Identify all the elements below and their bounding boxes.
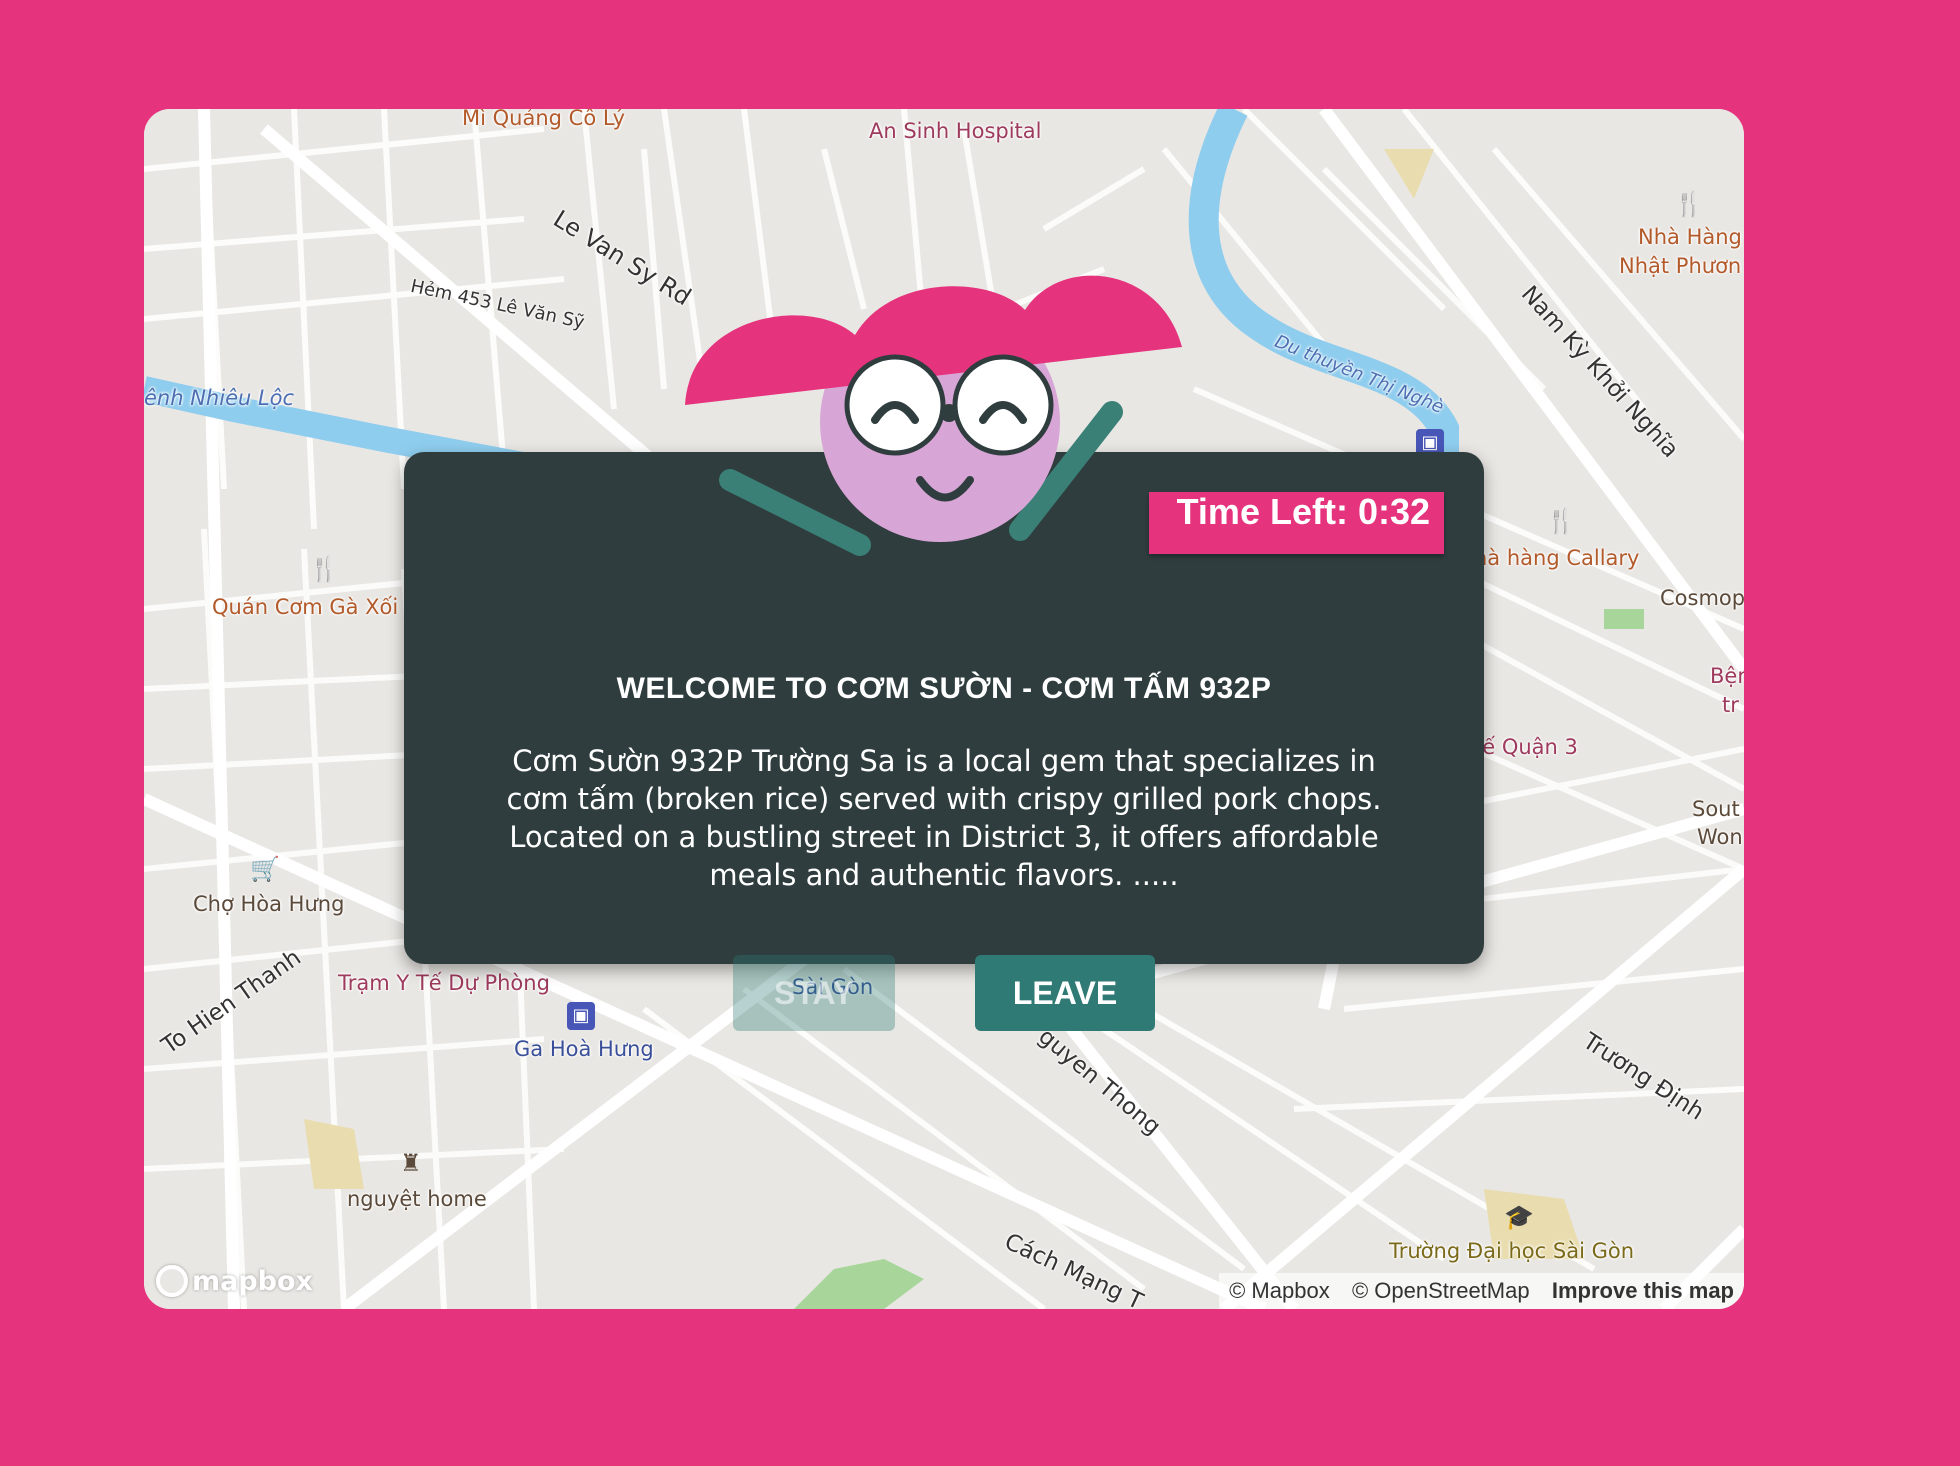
mapbox-logo-text: mapbox <box>192 1265 313 1297</box>
map-label-cho-hoa-hung[interactable]: Chợ Hòa Hưng <box>193 892 344 916</box>
stay-button[interactable]: STAY <box>733 955 895 1031</box>
map-label-cosmo[interactable]: Cosmop <box>1660 586 1744 610</box>
map-label-south-2[interactable]: Won <box>1697 825 1743 849</box>
attribution-mapbox-link[interactable]: © Mapbox <box>1229 1278 1330 1303</box>
modal-description: Cơm Sườn 932P Trường Sa is a local gem t… <box>506 744 1382 892</box>
map-label-benh-2[interactable]: tr <box>1722 693 1739 717</box>
attribution-osm-link[interactable]: © OpenStreetMap <box>1352 1278 1530 1303</box>
time-left-text: Time Left: 0:32 <box>1176 491 1430 532</box>
map-label-dai-hoc-sai-gon[interactable]: Trường Đại học Sài Gòn <box>1389 1239 1634 1263</box>
fork-knife-icon: 🍴 <box>1674 190 1704 218</box>
map-label-mi-quang[interactable]: Mì Quảng Cô Lý <box>462 109 625 130</box>
mapbox-logo[interactable]: mapbox <box>156 1265 313 1297</box>
castle-icon: ♜ <box>400 1149 422 1177</box>
mascot-nose <box>940 404 958 422</box>
map-label-nha-hang-2[interactable]: Nhật Phươn <box>1619 254 1741 278</box>
train-icon: ▣ <box>567 1002 595 1030</box>
leave-button[interactable]: LEAVE <box>975 955 1155 1031</box>
map-label-quan-com-ga[interactable]: Quán Cơm Gà Xối M <box>212 595 423 619</box>
graduation-cap-icon: 🎓 <box>1504 1203 1534 1231</box>
mapbox-logo-icon <box>156 1265 188 1297</box>
map-label-nha-hang-1[interactable]: Nhà Hàng <box>1638 225 1742 249</box>
map-label-kenh-nhieu-loc: ênh Nhiêu Lộc <box>144 386 295 410</box>
fork-knife-icon: 🍴 <box>309 555 339 583</box>
fork-knife-icon: 🍴 <box>1546 507 1576 535</box>
map-label-nguyet-home[interactable]: nguyệt home <box>347 1187 487 1211</box>
modal-title: WELCOME TO CƠM SƯỜN - CƠM TẤM 932P <box>616 672 1272 705</box>
map-label-an-sinh-hospital[interactable]: An Sinh Hospital <box>869 119 1042 143</box>
mascot-character <box>685 275 1182 556</box>
mascot-left-arm <box>719 469 871 556</box>
map-label-benh-1[interactable]: Bện <box>1710 664 1744 688</box>
map-attribution: © Mapbox © OpenStreetMap Improve this ma… <box>1219 1273 1744 1309</box>
map-label-south-1[interactable]: Sout <box>1692 797 1740 821</box>
map-label-callary[interactable]: hà hàng Callary <box>1474 546 1639 570</box>
map-label-ga-hoa-hung[interactable]: Ga Hoà Hưng <box>514 1037 654 1061</box>
map-label-te-quan-3[interactable]: tế Quận 3 <box>1474 735 1578 759</box>
map-label-tram-y-te[interactable]: Trạm Y Tế Dự Phòng <box>338 971 550 995</box>
cart-icon: 🛒 <box>250 855 280 883</box>
improve-map-link[interactable]: Improve this map <box>1552 1278 1734 1303</box>
